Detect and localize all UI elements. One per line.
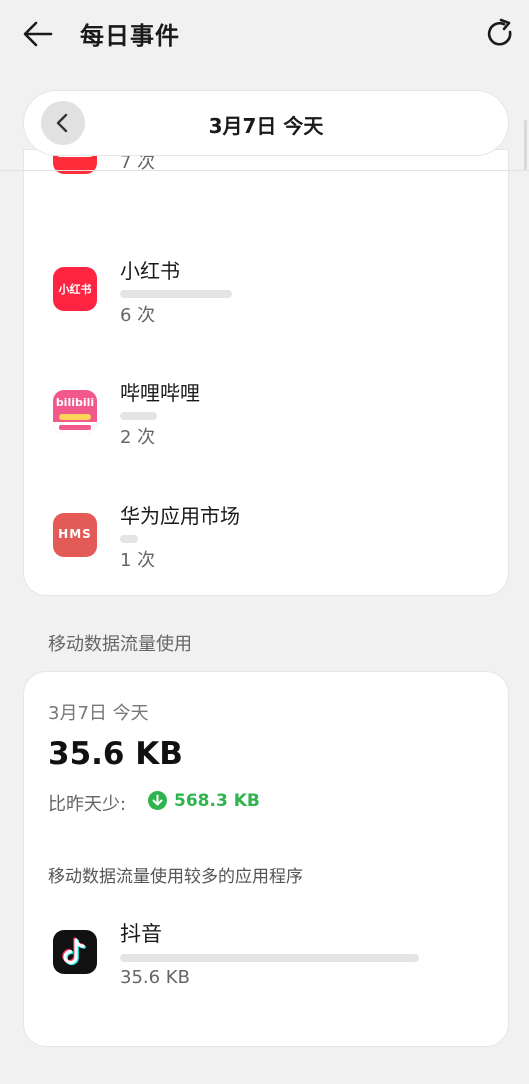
refresh-icon[interactable] xyxy=(482,16,518,52)
usage-count: 2 次 xyxy=(120,427,156,448)
compare-value: 568.3 KB xyxy=(174,791,260,811)
xiaohongshu-icon: 小红书 xyxy=(53,267,97,311)
list-item[interactable]: bilibili 哔哩哔哩 2 次 xyxy=(24,372,508,472)
tiktok-icon xyxy=(53,930,97,974)
data-total: 35.6 KB xyxy=(48,736,183,772)
list-item[interactable]: HMS 华为应用市场 1 次 xyxy=(24,495,508,595)
date-selector: 3月7日 今天 xyxy=(24,91,508,155)
scrollbar[interactable] xyxy=(524,120,527,170)
hms-icon: HMS xyxy=(53,513,97,557)
header-divider xyxy=(0,170,529,171)
app-name: 抖音 xyxy=(120,922,162,946)
mobile-data-card: 3月7日 今天 35.6 KB 比昨天少: 568.3 KB 移动数据流量使用较… xyxy=(24,672,508,1046)
list-item[interactable]: 小红书 小红书 6 次 xyxy=(24,250,508,350)
data-usage: 35.6 KB xyxy=(120,967,190,988)
app-name: 华为应用市场 xyxy=(120,504,240,528)
date-label: 3月7日 今天 xyxy=(208,114,324,138)
arrow-down-circle-icon xyxy=(148,791,167,810)
usage-count: 6 次 xyxy=(120,305,156,326)
app-name: 小红书 xyxy=(120,259,180,283)
usage-bar xyxy=(120,412,157,420)
section-title: 移动数据流量使用 xyxy=(48,634,192,655)
compare-label: 比昨天少: xyxy=(48,794,127,815)
app-usage-card: 7 次 小红书 小红书 6 次 bilibili 哔哩哔哩 2 次 HMS 华为… xyxy=(24,150,508,595)
usage-bar xyxy=(120,535,138,543)
usage-count: 1 次 xyxy=(120,550,156,571)
data-date: 3月7日 今天 xyxy=(48,703,149,724)
top-apps-title: 移动数据流量使用较多的应用程序 xyxy=(48,867,303,887)
usage-bar xyxy=(120,290,232,298)
list-item[interactable]: 7 次 xyxy=(24,150,508,220)
usage-bar xyxy=(120,954,419,962)
app-name: 哔哩哔哩 xyxy=(120,381,200,405)
back-arrow-icon[interactable] xyxy=(20,16,56,52)
page-title: 每日事件 xyxy=(80,22,180,50)
bilibili-icon: bilibili xyxy=(53,390,97,434)
top-bar: 每日事件 xyxy=(0,0,529,70)
